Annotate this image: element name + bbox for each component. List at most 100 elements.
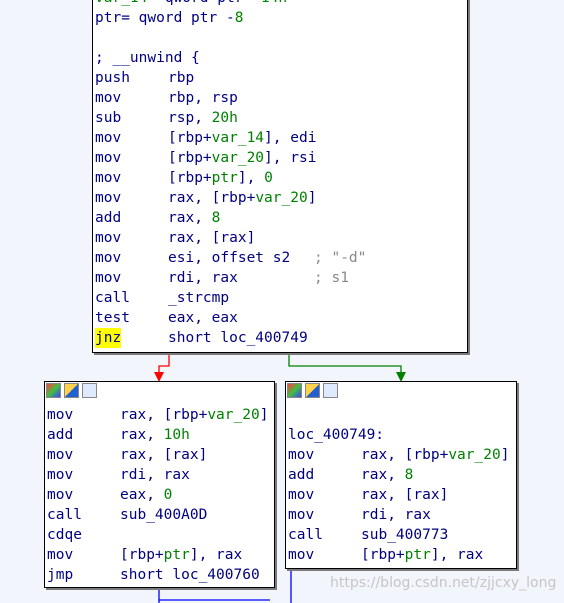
- mnemonic: mov: [47, 547, 74, 563]
- block-toolbar: [46, 383, 100, 400]
- instruction-line[interactable]: test eax, eax: [95, 308, 469, 328]
- mnemonic: cdqe: [47, 527, 82, 543]
- mnemonic: mov: [288, 447, 315, 463]
- operand: eax, eax: [168, 310, 238, 326]
- mnemonic: push: [95, 70, 130, 86]
- operand: rbp: [168, 70, 195, 86]
- left-code-block[interactable]: mov rax, [rbp+var_20]add rax, 10h mov rax, […: [44, 381, 275, 588]
- mnemonic: jnz: [95, 328, 122, 348]
- mnemonic: mov: [95, 150, 122, 166]
- instruction-line[interactable]: add rax, 8: [95, 208, 469, 228]
- operand: rsp, 20h: [168, 110, 238, 126]
- instruction-line[interactable]: mov rdi, rax ; s1: [95, 268, 469, 288]
- operand: [rbp+ptr], rax: [120, 547, 243, 563]
- mnemonic: mov: [47, 467, 74, 483]
- instruction-line[interactable]: mov rax, [rbp+var_20]: [288, 445, 518, 465]
- top-code-block[interactable]: var_14= qword ptr -14hptr= qword ptr -8;…: [92, 0, 468, 353]
- instruction-line[interactable]: jnz short loc_400749: [95, 328, 469, 348]
- operand: sub_400773: [361, 527, 449, 543]
- code-line[interactable]: ; __unwind {: [95, 48, 200, 68]
- instruction-line[interactable]: mov [rbp+ptr], rax: [288, 545, 518, 565]
- instruction-line[interactable]: mov [rbp+ptr], 0: [95, 168, 469, 188]
- mnemonic: mov: [95, 90, 122, 106]
- mnemonic: mov: [95, 230, 122, 246]
- operand: rax, 10h: [120, 427, 190, 443]
- mnemonic: mov: [95, 170, 122, 186]
- code-line[interactable]: loc_400749:: [288, 425, 384, 445]
- operand: short loc_400760: [120, 567, 260, 583]
- instruction-line[interactable]: call _strcmp: [95, 288, 469, 308]
- mnemonic: mov: [95, 270, 122, 286]
- instruction-line[interactable]: mov rbp, rsp: [95, 88, 469, 108]
- operand: esi, offset s2: [168, 250, 291, 266]
- instruction-line[interactable]: mov [rbp+var_20], rsi: [95, 148, 469, 168]
- operand: short loc_400749: [168, 330, 308, 346]
- mnemonic: add: [95, 210, 122, 226]
- mnemonic: mov: [47, 407, 74, 423]
- instruction-line[interactable]: mov rax, [rbp+var_20]: [47, 405, 276, 425]
- mnemonic: sub: [95, 110, 122, 126]
- operand: rdi, rax: [361, 507, 431, 523]
- mnemonic: call: [47, 507, 82, 523]
- instruction-line[interactable]: call sub_400773: [288, 525, 518, 545]
- mnemonic: add: [288, 467, 315, 483]
- instruction-line[interactable]: mov [rbp+ptr], rax: [47, 545, 276, 565]
- operand: rax, [rax]: [120, 447, 208, 463]
- operand: [rbp+ptr], 0: [168, 170, 273, 186]
- instruction-line[interactable]: mov rax, [rax]: [95, 228, 469, 248]
- instruction-line[interactable]: call sub_400A0D: [47, 505, 276, 525]
- instruction-line[interactable]: cdqe: [47, 525, 276, 545]
- instruction-line[interactable]: jmp short loc_400760: [47, 565, 276, 585]
- operand: rdi, rax: [168, 270, 238, 286]
- operand: rax, [rbp+var_20]: [361, 447, 510, 463]
- mnemonic: mov: [47, 487, 74, 503]
- operand: rax, [rax]: [361, 487, 449, 503]
- instruction-line[interactable]: mov rax, [rax]: [47, 445, 276, 465]
- edit-graph-icon[interactable]: [305, 383, 320, 398]
- edge-true: [288, 352, 402, 376]
- instruction-line[interactable]: mov rdi, rax: [47, 465, 276, 485]
- edit-graph-icon[interactable]: [64, 383, 79, 398]
- code-line[interactable]: var_14= qword ptr -14h: [95, 0, 287, 8]
- mnemonic: jmp: [47, 567, 74, 583]
- watermark: https://blog.csdn.net/zjjcxy_long: [330, 575, 557, 591]
- instruction-line[interactable]: add rax, 10h: [47, 425, 276, 445]
- instruction-line[interactable]: add rax, 8: [288, 465, 518, 485]
- comment: ; s1: [314, 270, 349, 286]
- instruction-line[interactable]: push rbp: [95, 68, 469, 88]
- zoom-graph-icon[interactable]: [323, 383, 338, 398]
- mnemonic: call: [288, 527, 323, 543]
- mnemonic: mov: [95, 250, 122, 266]
- operand: [rbp+var_20], rsi: [168, 150, 317, 166]
- block-toolbar: [287, 383, 341, 400]
- operand: rbp, rsp: [168, 90, 238, 106]
- operand: rax, [rbp+var_20]: [168, 190, 317, 206]
- color-palette-icon[interactable]: [287, 383, 302, 398]
- operand: eax, 0: [120, 487, 173, 503]
- instruction-line[interactable]: mov rax, [rbp+var_20]: [95, 188, 469, 208]
- mnemonic: mov: [95, 190, 122, 206]
- instruction-line[interactable]: mov [rbp+var_14], edi: [95, 128, 469, 148]
- color-palette-icon[interactable]: [46, 383, 61, 398]
- operand: [rbp+ptr], rax: [361, 547, 484, 563]
- right-code-block[interactable]: loc_400749:mov rax, [rbp+var_20]add rax, 8…: [285, 381, 517, 569]
- instruction-line[interactable]: mov rax, [rax]: [288, 485, 518, 505]
- operand: rax, [rbp+var_20]: [120, 407, 269, 423]
- operand: rdi, rax: [120, 467, 190, 483]
- code-line[interactable]: ptr= qword ptr -8: [95, 8, 243, 28]
- operand: rax, 8: [361, 467, 414, 483]
- instruction-line[interactable]: mov esi, offset s2 ; "-d": [95, 248, 469, 268]
- mnemonic: mov: [288, 547, 315, 563]
- mnemonic: mov: [47, 447, 74, 463]
- zoom-graph-icon[interactable]: [82, 383, 97, 398]
- mnemonic: test: [95, 310, 130, 326]
- operand: rax, [rax]: [168, 230, 256, 246]
- mnemonic: mov: [95, 130, 122, 146]
- instruction-line[interactable]: sub rsp, 20h: [95, 108, 469, 128]
- instruction-line[interactable]: mov rdi, rax: [288, 505, 518, 525]
- mnemonic: add: [47, 427, 74, 443]
- mnemonic: call: [95, 290, 130, 306]
- instruction-line[interactable]: mov eax, 0: [47, 485, 276, 505]
- operand: _strcmp: [168, 290, 230, 306]
- comment: ; "-d": [314, 250, 367, 266]
